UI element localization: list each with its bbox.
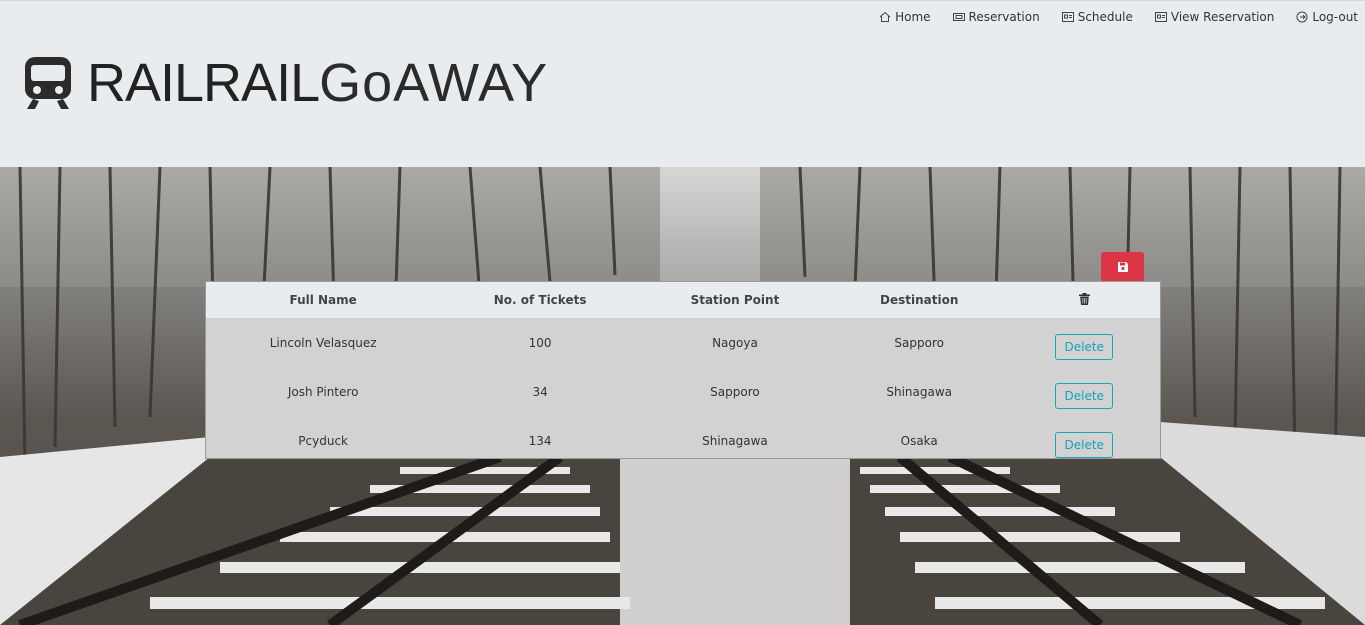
- nav-logout[interactable]: Log-out: [1296, 10, 1358, 24]
- col-station: Station Point: [690, 293, 780, 307]
- nav-reservation[interactable]: Reservation: [952, 10, 1040, 24]
- col-full-name: Full Name: [289, 293, 357, 307]
- delete-button[interactable]: Delete: [1055, 333, 1113, 360]
- cell-action: Delete: [1008, 318, 1160, 367]
- save-icon: [1117, 262, 1128, 272]
- cell-full-name: Pcyduck: [298, 433, 348, 448]
- save-button[interactable]: [1101, 252, 1144, 282]
- nav-home[interactable]: Home: [879, 10, 931, 24]
- reservations-table: Full Name No. of Tickets Station Point D…: [206, 282, 1160, 465]
- cell-tickets: 134: [528, 433, 552, 448]
- brand-bold-text: RAILRAIL: [87, 53, 320, 113]
- col-tickets: No. of Tickets: [493, 293, 587, 307]
- train-icon: [25, 57, 71, 109]
- top-nav: Home Reservation Schedule View Reservati…: [879, 10, 1358, 24]
- logout-icon: [1296, 11, 1308, 23]
- home-icon: [879, 11, 891, 22]
- table-header-row: Full Name No. of Tickets Station Point D…: [206, 282, 1160, 318]
- nav-view-reservation[interactable]: View Reservation: [1154, 10, 1275, 24]
- id-card-icon: [1154, 12, 1167, 22]
- nav-schedule-label: Schedule: [1077, 10, 1133, 24]
- nav-reservation-label: Reservation: [968, 10, 1040, 24]
- cell-full-name: Lincoln Velasquez: [269, 335, 377, 350]
- cell-station: Sapporo: [710, 384, 760, 399]
- calendar-icon: [1061, 12, 1074, 22]
- cell-station: Shinagawa: [702, 433, 768, 448]
- table-row: Lincoln Velasquez 100 Nagoya Sapporo Del…: [206, 318, 1160, 367]
- col-action: [1008, 282, 1160, 318]
- site-header: Home Reservation Schedule View Reservati…: [0, 0, 1365, 167]
- brand-name: RAILRAILGoAWAY: [87, 53, 548, 113]
- nav-schedule[interactable]: Schedule: [1061, 10, 1133, 24]
- table-row: Josh Pintero 34 Sapporo Shinagawa Delete: [206, 367, 1160, 416]
- cell-action: Delete: [1008, 367, 1160, 416]
- cell-tickets: 34: [532, 384, 548, 399]
- nav-view-reservation-label: View Reservation: [1170, 10, 1275, 24]
- brand-light-text: GoAWAY: [319, 53, 549, 113]
- cell-full-name: Josh Pintero: [287, 384, 359, 399]
- reservations-table-panel: Full Name No. of Tickets Station Point D…: [205, 281, 1161, 459]
- nav-home-label: Home: [895, 10, 931, 24]
- cell-station: Nagoya: [712, 335, 758, 350]
- cell-tickets: 100: [528, 335, 552, 350]
- trash-icon: [1078, 292, 1090, 305]
- nav-logout-label: Log-out: [1312, 10, 1358, 24]
- brand[interactable]: RAILRAILGoAWAY: [23, 53, 548, 113]
- cell-action: Delete: [1008, 416, 1160, 465]
- col-destination: Destination: [880, 293, 959, 307]
- ticket-icon: [952, 13, 965, 21]
- cell-destination: Osaka: [900, 433, 938, 448]
- cell-destination: Sapporo: [894, 335, 944, 350]
- delete-button[interactable]: Delete: [1055, 431, 1113, 458]
- delete-button[interactable]: Delete: [1055, 382, 1113, 409]
- cell-destination: Shinagawa: [886, 384, 953, 399]
- table-row: Pcyduck 134 Shinagawa Osaka Delete: [206, 416, 1160, 465]
